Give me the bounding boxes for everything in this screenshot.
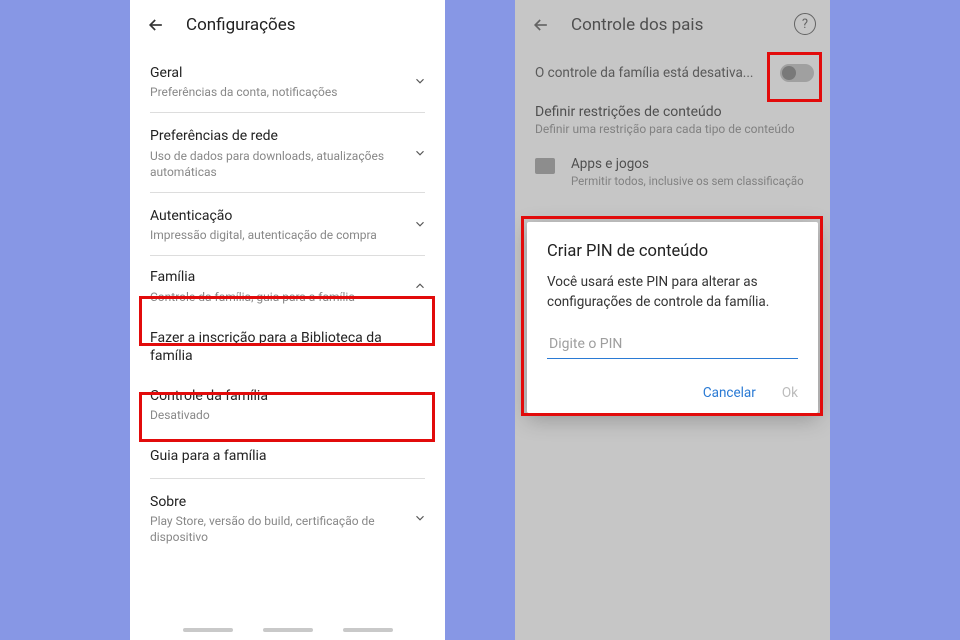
page-title: Configurações [186, 15, 296, 35]
row-family-guide[interactable]: Guia para a família [144, 433, 431, 477]
row-auth[interactable]: Autenticação Impressão digital, autentic… [144, 193, 431, 255]
phone-parental-controls: Controle dos pais ? O controle da famíli… [515, 0, 830, 640]
appbar: Configurações [130, 0, 445, 50]
nav-indicator [130, 628, 445, 632]
row-label: Guia para a família [150, 447, 399, 465]
dialog-title: Criar PIN de conteúdo [547, 242, 798, 261]
phone-settings: Configurações Geral Preferências da cont… [130, 0, 445, 640]
row-label: Família [150, 268, 399, 286]
dialog-description: Você usará este PIN para alterar as conf… [547, 273, 798, 312]
cancel-button[interactable]: Cancelar [703, 385, 756, 401]
chevron-down-icon [413, 146, 427, 160]
row-about[interactable]: Sobre Play Store, versão do build, certi… [144, 479, 431, 558]
row-label: Controle da família [150, 387, 399, 405]
row-label: Sobre [150, 493, 399, 511]
back-icon[interactable] [144, 13, 168, 37]
dialog-actions: Cancelar Ok [547, 385, 798, 401]
row-network[interactable]: Preferências de rede Uso de dados para d… [144, 113, 431, 192]
chevron-up-icon [413, 279, 427, 293]
row-sub: Preferências da conta, notificações [150, 84, 399, 100]
chevron-down-icon [413, 217, 427, 231]
row-sub: Desativado [150, 407, 399, 423]
create-pin-dialog: Criar PIN de conteúdo Você usará este PI… [527, 222, 818, 413]
row-label: Geral [150, 64, 399, 82]
row-sub: Controle da família, guia para a família [150, 289, 399, 305]
row-family-signup[interactable]: Fazer a inscrição para a Biblioteca da f… [144, 315, 431, 377]
row-family[interactable]: Família Controle da família, guia para a… [144, 256, 431, 314]
row-sub: Impressão digital, autenticação de compr… [150, 227, 399, 243]
row-sub: Uso de dados para downloads, atualizaçõe… [150, 148, 399, 180]
row-label: Autenticação [150, 207, 399, 225]
chevron-down-icon [413, 74, 427, 88]
row-sub: Play Store, versão do build, certificaçã… [150, 513, 399, 545]
ok-button[interactable]: Ok [782, 385, 798, 401]
row-family-control[interactable]: Controle da família Desativado [144, 377, 431, 433]
settings-list: Geral Preferências da conta, notificaçõe… [130, 50, 445, 557]
row-label: Preferências de rede [150, 127, 399, 145]
pin-input[interactable]: Digite o PIN [547, 330, 798, 359]
chevron-down-icon [413, 511, 427, 525]
row-label: Fazer a inscrição para a Biblioteca da f… [150, 329, 399, 365]
row-general[interactable]: Geral Preferências da conta, notificaçõe… [144, 50, 431, 112]
